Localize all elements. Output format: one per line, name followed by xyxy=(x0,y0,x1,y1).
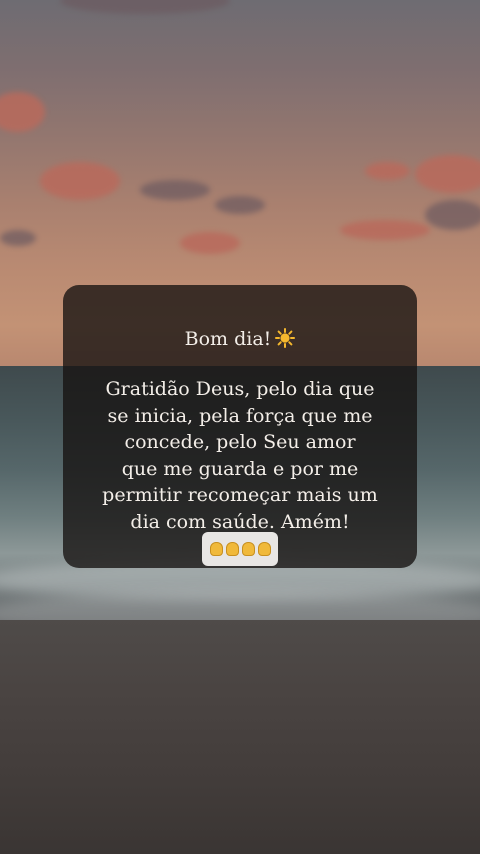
message-line: permitir recomeçar mais um xyxy=(102,484,378,506)
cloud xyxy=(180,232,240,254)
cloud xyxy=(340,220,430,240)
message-line: que me guarda e por me xyxy=(121,457,359,480)
message-line: concede, pelo Seu amor xyxy=(124,431,356,453)
message-line: Gratidão Deus, pelo dia que xyxy=(105,378,375,400)
beach-sand xyxy=(0,620,480,854)
sun-emoji-icon xyxy=(275,328,296,348)
cloud xyxy=(0,230,36,246)
greeting-title: Bom dia! xyxy=(0,326,480,352)
hand-icon xyxy=(209,542,223,556)
greeting-text: Bom dia! xyxy=(184,328,272,350)
cloud xyxy=(415,155,480,193)
hand-icon xyxy=(225,542,239,556)
message-line: se inicia, pela força que me xyxy=(107,404,373,427)
raising-hands-emoji-icon xyxy=(202,532,278,566)
cloud xyxy=(40,162,120,200)
cloud xyxy=(365,162,410,180)
hand-icon xyxy=(257,542,271,556)
message-body: Gratidão Deus, pelo dia que se inicia, p… xyxy=(95,376,385,535)
cloud xyxy=(215,196,265,214)
cloud xyxy=(140,180,210,200)
hand-icon xyxy=(241,542,255,556)
cloud xyxy=(425,200,480,230)
